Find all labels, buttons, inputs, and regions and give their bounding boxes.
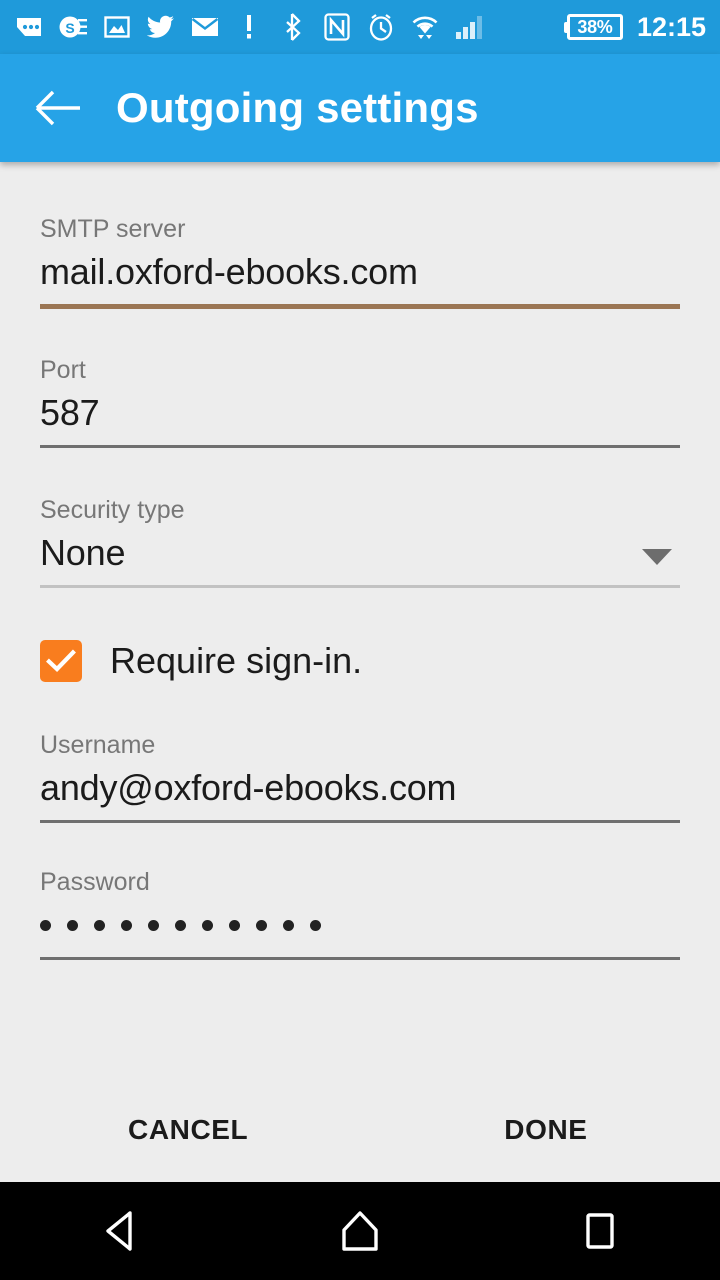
port-label: Port — [40, 356, 86, 384]
password-dot — [256, 919, 267, 931]
password-dot — [202, 919, 213, 931]
phone-screen: S 38% 12:15 Outgoing settings SMTP serve… — [0, 0, 720, 1280]
require-sign-in-label: Require sign-in. — [110, 640, 363, 681]
smtp-server-label: SMTP server — [40, 215, 186, 243]
password-label: Password — [40, 868, 150, 896]
password-value-row[interactable] — [40, 901, 680, 957]
status-icon-tray: S — [14, 12, 554, 42]
wifi-icon — [410, 12, 440, 42]
battery-level-label: 38% — [566, 14, 623, 40]
field-username[interactable]: Username andy@oxford-ebooks.com — [40, 688, 680, 823]
security-type-label: Security type — [40, 496, 185, 524]
password-dot — [148, 919, 159, 931]
page-title: Outgoing settings — [116, 84, 479, 131]
smtp-server-value-row[interactable]: mail.oxford-ebooks.com — [40, 248, 680, 304]
password-underline — [40, 957, 680, 960]
chevron-down-icon[interactable] — [642, 549, 672, 565]
security-type-value-row[interactable]: None — [40, 529, 680, 585]
back-arrow-icon[interactable] — [22, 72, 94, 144]
security-type-selected-value[interactable]: None — [40, 529, 125, 577]
port-value-row[interactable]: 587 — [40, 389, 680, 445]
password-input[interactable] — [40, 901, 321, 949]
password-dot — [283, 919, 294, 931]
nav-home-icon[interactable] — [312, 1196, 408, 1266]
cellular-signal-icon — [454, 12, 484, 42]
email-icon — [190, 12, 220, 42]
android-navigation-bar — [0, 1182, 720, 1280]
nfc-icon — [322, 12, 352, 42]
svg-text:S: S — [65, 20, 74, 36]
nav-back-icon[interactable] — [72, 1196, 168, 1266]
bluetooth-icon — [278, 12, 308, 42]
password-dot — [310, 919, 321, 931]
alarm-clock-icon — [366, 12, 396, 42]
password-dot — [94, 919, 105, 931]
status-clock: 12:15 — [636, 11, 706, 42]
twitter-icon — [146, 12, 176, 42]
app-bar: Outgoing settings — [0, 54, 720, 162]
cancel-button[interactable]: CANCEL — [110, 1100, 266, 1160]
username-input[interactable]: andy@oxford-ebooks.com — [40, 764, 457, 812]
form-action-bar: CANCEL DONE — [0, 1078, 720, 1182]
field-port[interactable]: Port 587 — [40, 309, 680, 448]
nav-recents-icon[interactable] — [552, 1196, 648, 1266]
settings-form: SMTP server mail.oxford-ebooks.com Port … — [0, 162, 720, 1182]
battery-indicator: 38% — [563, 14, 623, 40]
password-dot — [121, 919, 132, 931]
require-sign-in-checkbox[interactable] — [40, 640, 82, 682]
photo-icon — [102, 12, 132, 42]
sway-document-icon: S — [58, 12, 88, 42]
password-dot — [67, 919, 78, 931]
port-input[interactable]: 587 — [40, 389, 100, 437]
username-value-row[interactable]: andy@oxford-ebooks.com — [40, 764, 680, 820]
status-bar: S 38% 12:15 — [0, 0, 720, 54]
alert-exclamation-icon — [234, 12, 264, 42]
password-dot — [229, 919, 240, 931]
password-dot — [40, 919, 51, 931]
messages-icon — [14, 12, 44, 42]
require-sign-in-row[interactable]: Require sign-in. — [40, 588, 680, 688]
done-button[interactable]: DONE — [486, 1100, 605, 1160]
password-dot — [175, 919, 186, 931]
username-label: Username — [40, 731, 156, 759]
smtp-server-input[interactable]: mail.oxford-ebooks.com — [40, 248, 418, 296]
field-smtp-server[interactable]: SMTP server mail.oxford-ebooks.com — [40, 162, 680, 309]
field-password[interactable]: Password — [40, 823, 680, 960]
field-security-type[interactable]: Security type None — [40, 448, 680, 588]
